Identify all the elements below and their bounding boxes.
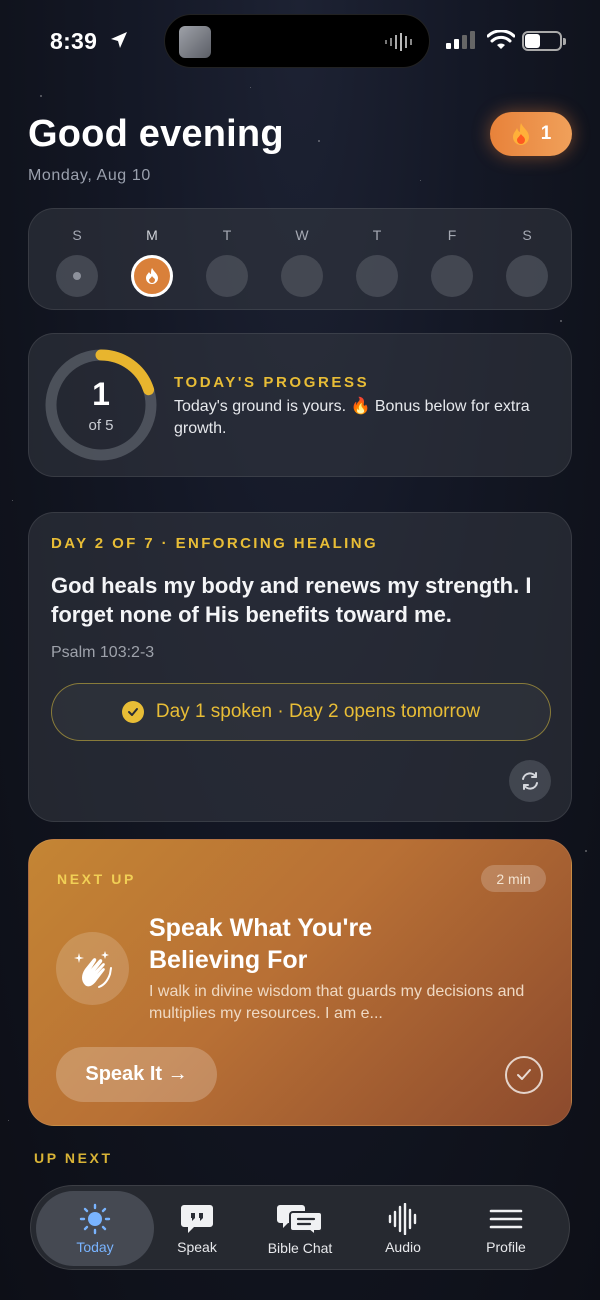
week-day: S <box>506 227 548 297</box>
tab-label: Speak <box>177 1238 217 1255</box>
tab-today[interactable]: Today <box>36 1191 154 1266</box>
streak-badge[interactable]: 1 <box>490 112 572 156</box>
tab-profile[interactable]: Profile <box>447 1191 565 1266</box>
location-arrow-icon <box>111 32 127 48</box>
next-up-label: NEXT UP <box>57 871 136 887</box>
now-playing-thumbnail <box>179 26 211 58</box>
current-date: Monday, Aug 10 <box>28 167 151 184</box>
week-day: M <box>131 227 173 297</box>
week-day: W <box>281 227 323 297</box>
chat-bubbles-icon <box>277 1204 323 1236</box>
battery-icon <box>522 31 566 51</box>
day-letter: W <box>295 227 309 243</box>
refresh-button[interactable] <box>509 760 551 802</box>
status-bar: 8:39 <box>0 0 600 80</box>
speak-it-button[interactable]: Speak It → <box>56 1047 217 1102</box>
week-streak-card: SMTWTFS <box>28 208 572 310</box>
progress-total: of 5 <box>88 417 114 434</box>
day-status-dot[interactable] <box>356 255 398 297</box>
declaration-text: God heals my body and renews my strength… <box>51 573 532 627</box>
tab-label: Audio <box>385 1238 421 1255</box>
next-up-title: Speak What You're Believing For <box>149 914 373 974</box>
progress-message: Today's ground is yours. 🔥 Bonus below f… <box>174 398 530 437</box>
day-letter: S <box>72 227 82 243</box>
sun-icon <box>79 1203 111 1234</box>
tab-label: Profile <box>486 1238 526 1255</box>
status-time: 8:39 <box>50 28 98 54</box>
next-up-card[interactable]: NEXT UP 2 min Speak What You're Believin… <box>28 839 572 1126</box>
menu-icon <box>489 1209 523 1228</box>
praise-hands-icon <box>56 932 129 1005</box>
checkmark-icon <box>517 1069 531 1080</box>
day-letter: F <box>447 227 457 243</box>
spoken-status-pill: Day 1 spoken · Day 2 opens tomorrow <box>51 683 551 741</box>
daily-declaration-card: DAY 2 OF 7 · ENFORCING HEALING God heals… <box>28 512 572 822</box>
checkmark-icon <box>121 701 144 723</box>
audio-wave-icon <box>388 1202 417 1235</box>
progress-count: 1 <box>92 376 110 412</box>
refresh-icon <box>522 772 538 790</box>
scripture-reference: Psalm 103:2-3 <box>51 644 155 661</box>
day-status-dot[interactable] <box>206 255 248 297</box>
mark-complete-button[interactable] <box>505 1056 543 1094</box>
bottom-tab-bar: Today Speak Bible Chat Audio Profile <box>30 1185 570 1270</box>
flame-icon <box>146 268 158 284</box>
up-next-section-label: UP NEXT <box>34 1150 113 1166</box>
dynamic-island[interactable] <box>164 14 430 68</box>
streak-count: 1 <box>540 123 552 144</box>
greeting-title: Good evening <box>28 113 284 155</box>
week-day: T <box>206 227 248 297</box>
duration-badge: 2 min <box>481 865 546 892</box>
day-letter: M <box>146 227 158 243</box>
progress-heading: TODAY'S PROGRESS <box>174 374 370 391</box>
today-flame-dot[interactable] <box>131 255 173 297</box>
tab-bible-chat[interactable]: Bible Chat <box>241 1191 359 1266</box>
tab-label: Bible Chat <box>267 1239 333 1256</box>
day-letter: T <box>372 227 382 243</box>
day-status-dot[interactable] <box>431 255 473 297</box>
day-status-dot[interactable] <box>56 255 98 297</box>
week-day: F <box>431 227 473 297</box>
tab-audio[interactable]: Audio <box>344 1191 462 1266</box>
tab-speak[interactable]: Speak <box>138 1191 256 1266</box>
todays-progress-card[interactable]: 1 of 5 TODAY'S PROGRESS Today's ground i… <box>28 333 572 477</box>
day-letter: S <box>522 227 532 243</box>
flame-icon <box>512 123 529 145</box>
tab-label: Today <box>76 1238 114 1255</box>
week-day: S <box>56 227 98 297</box>
day-status-dot[interactable] <box>506 255 548 297</box>
day-status-dot[interactable] <box>281 255 323 297</box>
week-days: SMTWTFS <box>56 227 548 297</box>
wifi-icon <box>487 30 515 49</box>
spoken-status-text: Day 1 spoken · Day 2 opens tomorrow <box>155 701 481 722</box>
week-day: T <box>356 227 398 297</box>
plan-day-label: DAY 2 OF 7 · ENFORCING HEALING <box>51 535 379 552</box>
cellular-signal-icon <box>446 31 475 49</box>
day-letter: T <box>222 227 232 243</box>
quote-bubble-icon <box>181 1204 213 1233</box>
audio-wave-icon <box>385 33 412 51</box>
next-up-description: I walk in divine wisdom that guards my d… <box>149 983 525 1022</box>
